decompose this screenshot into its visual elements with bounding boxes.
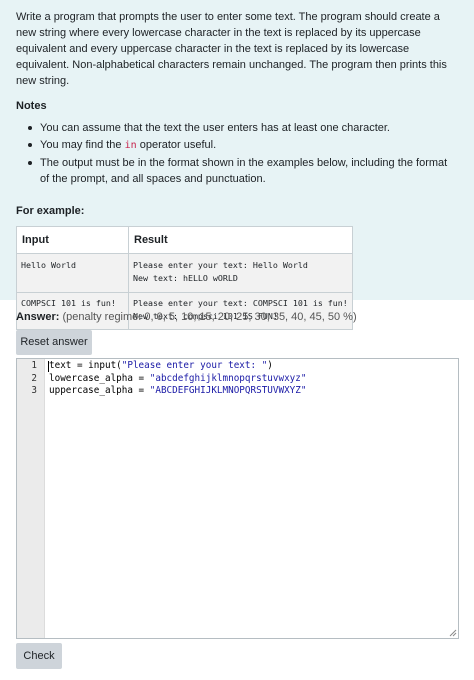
string-literal: "Please enter your text: " <box>121 360 268 371</box>
code-area[interactable]: text = input("Please enter your text: ")… <box>49 360 458 398</box>
line-number: 2 <box>31 372 37 384</box>
answer-label-line: Answer: (penalty regime: 0, 0, 5, 10, 15… <box>16 311 357 323</box>
note-text: operator useful. <box>136 139 217 151</box>
code-line[interactable]: uppercase_alpha = "ABCDEFGHIJKLMNOPQRSTU… <box>49 385 458 398</box>
string-literal: "abcdefghijklmnopqrstuvwxyz" <box>149 372 307 384</box>
note-item: The output must be in the format shown i… <box>28 155 458 187</box>
note-text: You can assume that the text the user en… <box>40 122 390 134</box>
reset-answer-button[interactable]: Reset answer <box>16 330 92 355</box>
table-row: Hello World Please enter your text: Hell… <box>16 253 353 293</box>
string-literal: "ABCDEFGHIJKLMNOPQRSTUVWXYZ" <box>149 385 307 396</box>
note-item: You can assume that the text the user en… <box>28 120 458 136</box>
note-text: You may find the <box>40 139 125 151</box>
question-paragraph: Write a program that prompts the user to… <box>16 11 447 87</box>
code-line[interactable]: lowercase_alpha = "abcdefghijklmnopqrstu… <box>49 373 458 386</box>
header-result: Result <box>128 226 353 254</box>
cell-result: Please enter your text: Hello World New … <box>128 253 353 293</box>
for-example-heading: For example: <box>16 205 85 217</box>
notes-heading: Notes <box>16 100 47 112</box>
code-token: uppercase_alpha = <box>49 385 150 396</box>
answer-label: Answer: <box>16 311 60 323</box>
table-header-row: Input Result <box>16 226 353 254</box>
cell-input: Hello World <box>16 253 129 293</box>
header-input: Input <box>16 226 129 254</box>
note-text: The output must be in the format shown i… <box>40 157 448 185</box>
resize-handle-icon[interactable] <box>449 629 457 637</box>
code-token: lowercase_alpha = <box>49 372 150 384</box>
inline-code: in <box>124 140 137 151</box>
question-text-panel: Write a program that prompts the user to… <box>0 0 474 330</box>
code-token: ) <box>267 360 273 371</box>
line-number-gutter: 1 2 3 <box>17 359 45 638</box>
line-number: 3 <box>31 385 37 396</box>
line-number: 1 <box>31 360 37 371</box>
notes-list: You can assume that the text the user en… <box>16 120 458 187</box>
code-token: text = input( <box>49 360 122 371</box>
check-button[interactable]: Check <box>16 643 62 669</box>
note-item: You may find the in operator useful. <box>28 137 458 154</box>
penalty-regime: (penalty regime: 0, 0, 5, 10, 15, 20, 25… <box>62 311 357 323</box>
code-editor[interactable]: 1 2 3 text = input("Please enter your te… <box>16 358 459 639</box>
code-line[interactable]: text = input("Please enter your text: ") <box>49 360 458 373</box>
